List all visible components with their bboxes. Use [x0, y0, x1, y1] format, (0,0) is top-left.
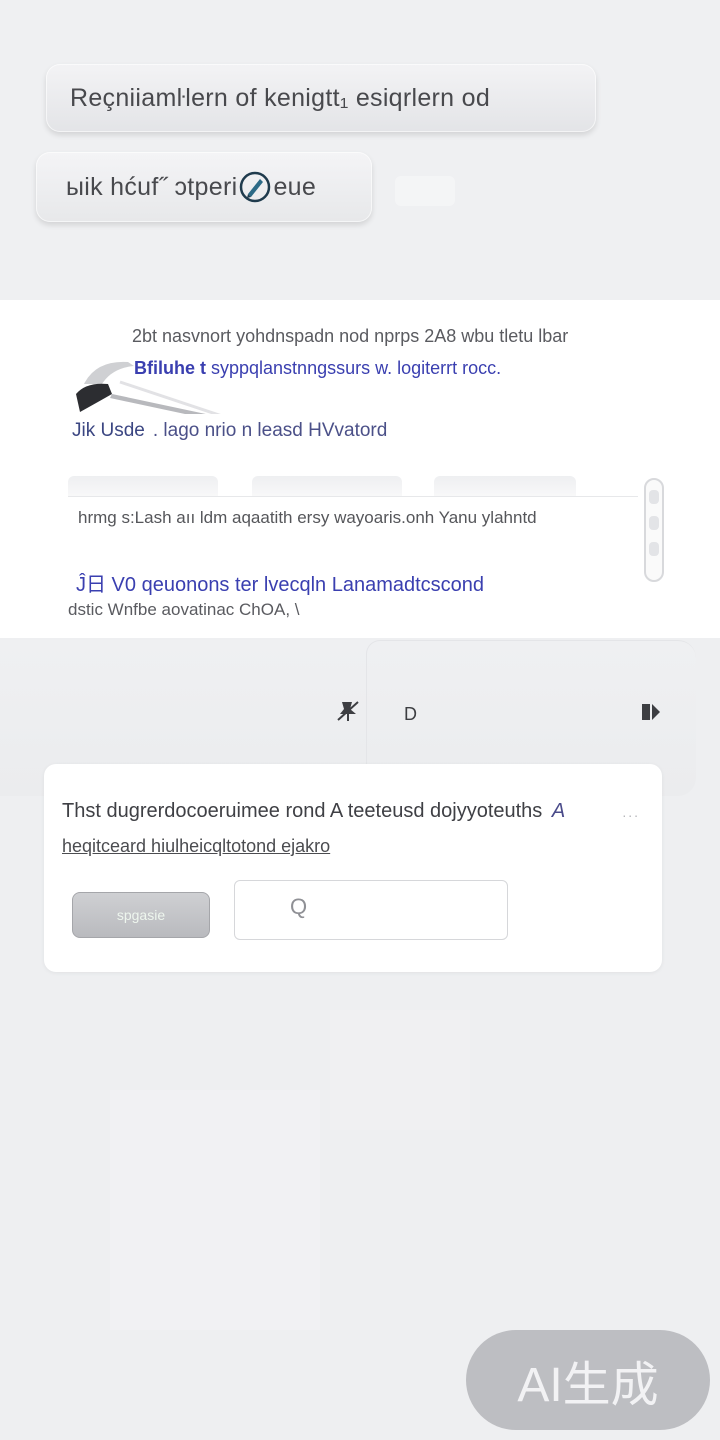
scrollbar-step	[649, 516, 659, 530]
dialog-link[interactable]: heqitceard hiulheicqltotond ejakro	[62, 836, 330, 857]
suggestion-chip-secondary[interactable]: ыik hćuf˝ ɔtperi eue	[36, 152, 372, 222]
result-meta: Jik Usde . lago nrio n leasd HVvatord	[72, 420, 387, 442]
top-band	[0, 0, 720, 300]
scrollbar[interactable]	[644, 478, 664, 582]
chip-primary-label: Reçniiamŀlern of kenigtt₁ esiqrlern od	[70, 83, 491, 112]
dialog-title-text: Thst dugrerdocoeruimee rond A teeteusd d…	[62, 800, 543, 822]
result-tab[interactable]	[434, 476, 576, 496]
chip-secondary-label-start: ыik hćuf˝ ɔtperi	[66, 172, 238, 201]
result-title-bold: Bfiluhe t	[134, 358, 206, 378]
extension-icon[interactable]	[640, 702, 662, 727]
dialog-card: Thst dugrerdocoeruimee rond A teeteusd d…	[44, 764, 662, 972]
scrollbar-step	[649, 542, 659, 556]
dialog-search-input[interactable]	[234, 880, 508, 940]
divider	[68, 496, 638, 497]
search-result-panel: 2bt nasvnort yohdnspadn nod nprps 2A8 wb…	[0, 300, 720, 638]
result-tabs	[68, 476, 638, 496]
faded-chip	[395, 176, 455, 206]
result-heading-block[interactable]: 2bt nasvnort yohdnspadn nod nprps 2A8 wb…	[76, 326, 676, 414]
toolbar-d-label[interactable]: D	[404, 704, 417, 725]
result-site[interactable]: Jik Usde	[72, 420, 145, 441]
result-title-link[interactable]: Bfiluhe t syppqlanstnngssurs w. logiterr…	[134, 358, 501, 379]
result-title-rest: syppqlanstnngssurs w. logiterrt rocc.	[206, 358, 502, 378]
background-shape	[330, 1010, 470, 1130]
result-url: dstic Wnfbe aovatinac ChOA, \	[68, 600, 300, 619]
result-tab[interactable]	[68, 476, 218, 496]
more-options-icon[interactable]: ...	[622, 804, 640, 820]
ai-generated-watermark: AI生成	[466, 1330, 710, 1430]
result-link[interactable]: Ĵ日 V0 qeuonons ter lvecqln Lanamadtcscon…	[76, 568, 484, 597]
dialog-title: Thst dugrerdocoeruimee rond A teeteusd d…	[62, 800, 565, 823]
pen-icon	[239, 171, 271, 203]
result-title-line: 2bt nasvnort yohdnspadn nod nprps 2A8 wb…	[132, 326, 569, 346]
dialog-title-accent: A	[551, 800, 566, 822]
scrollbar-knob[interactable]	[649, 490, 659, 504]
pin-icon[interactable]	[336, 700, 360, 728]
result-tab[interactable]	[252, 476, 402, 496]
background-shape	[110, 1090, 320, 1330]
result-snippet: hrmg s:Lash aıı ldm aqaatith ersy wayoar…	[78, 508, 537, 527]
dialog-primary-button[interactable]: spgasie	[72, 892, 210, 938]
search-icon: Q	[290, 894, 308, 919]
result-meta-text: . lago nrio n leasd HVvatord	[152, 420, 388, 441]
suggestion-chip-primary[interactable]: Reçniiamŀlern of kenigtt₁ esiqrlern od	[46, 64, 596, 132]
chip-secondary-label-end: eue	[273, 172, 317, 201]
